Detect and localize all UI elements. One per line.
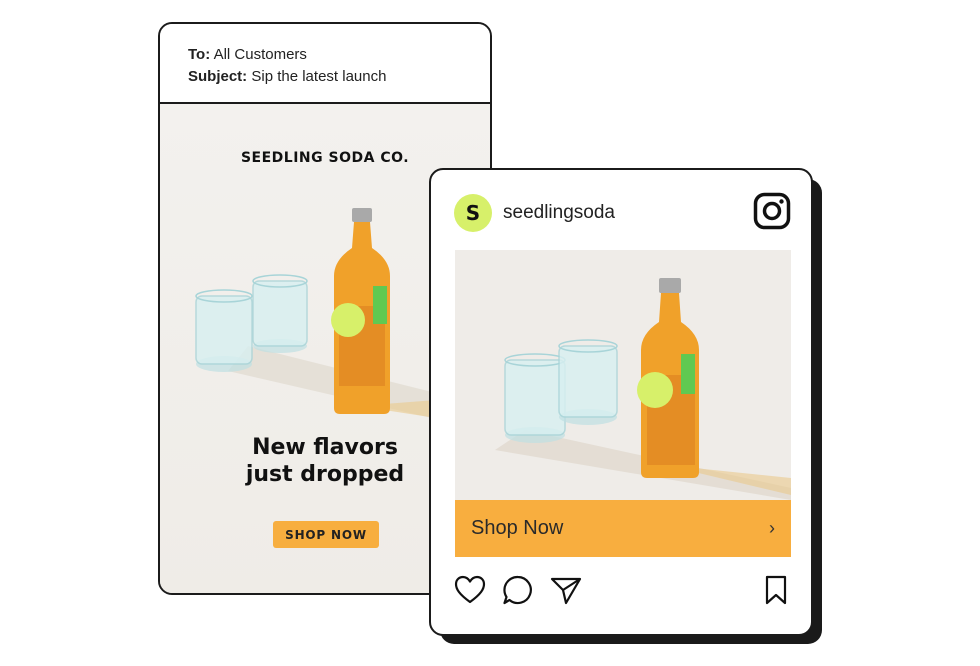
comment-icon[interactable] [501,573,535,607]
subject-value: Sip the latest launch [251,68,387,85]
subject-label: Subject: [188,68,248,85]
to-value: All Customers [213,46,307,63]
account-handle[interactable]: seedlingsoda [503,202,615,224]
post-actions-bar [453,573,793,609]
bookmark-icon[interactable] [759,573,793,607]
instagram-logo-icon [753,192,791,230]
shop-now-label: Shop Now [471,517,564,539]
brand-wordmark: SEEDLING SODA CO. [240,150,410,166]
post-image [455,250,791,500]
email-shop-now-button[interactable]: SHOP NOW [273,521,379,548]
heart-icon[interactable] [453,573,487,607]
instagram-shop-now-button[interactable]: Shop Now › [455,500,791,557]
share-icon[interactable] [549,573,583,607]
to-label: To: [188,46,211,63]
email-to-line: To: All Customers [188,44,490,66]
email-header: To: All Customers Subject: Sip the lates… [160,24,490,104]
instagram-post-card: S seedlingsoda Shop Now › [429,168,813,636]
avatar[interactable]: S [454,194,492,232]
email-subject-line: Subject: Sip the latest launch [188,66,490,88]
chevron-right-icon: › [769,518,775,538]
